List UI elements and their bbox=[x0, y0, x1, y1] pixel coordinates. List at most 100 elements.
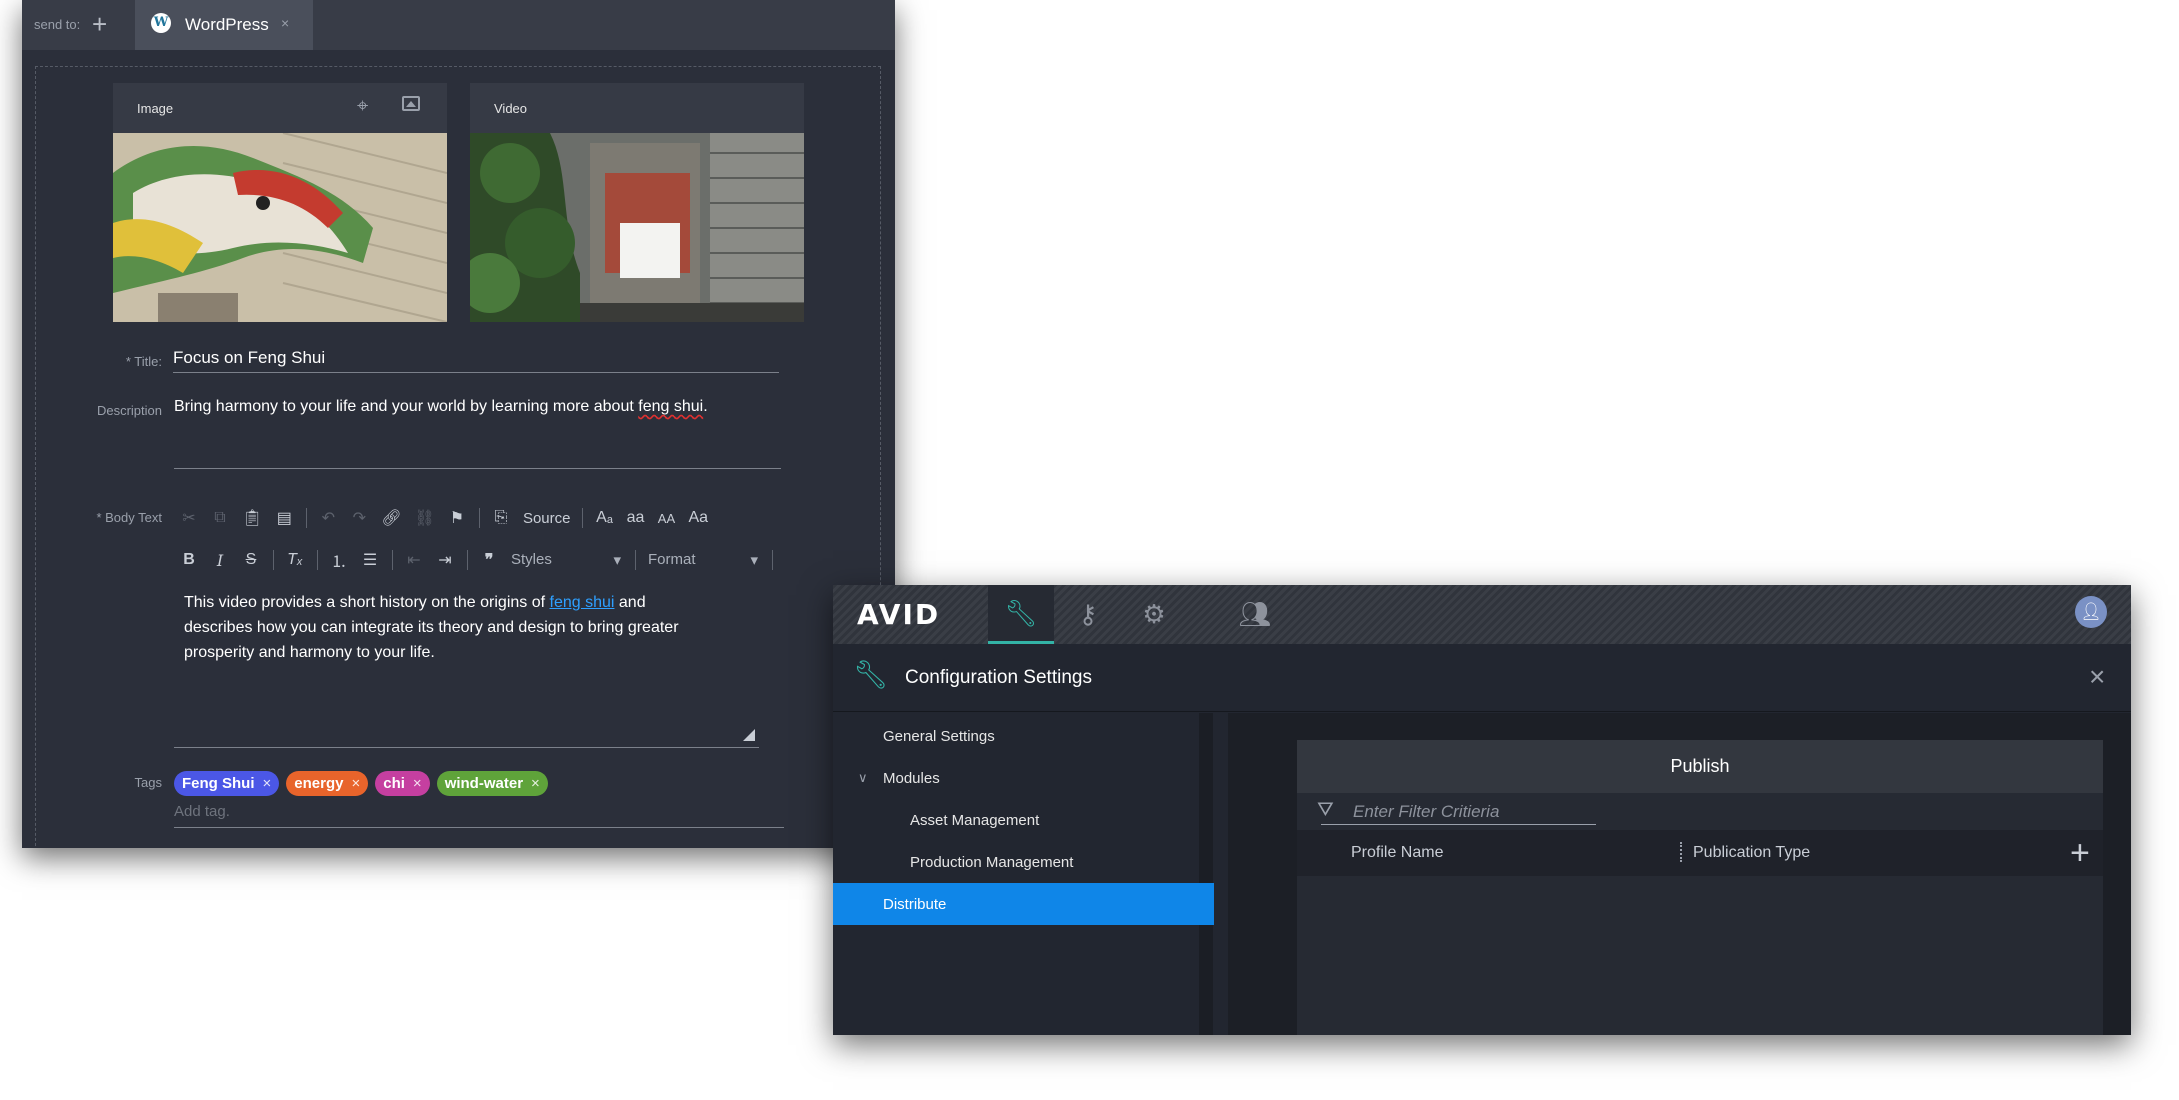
add-tag-input[interactable]: Add tag. bbox=[174, 803, 784, 828]
profiles-table-header: Profile Name Publication Type + bbox=[1297, 830, 2103, 876]
tag-remove-icon[interactable]: × bbox=[351, 775, 360, 792]
tag-chip[interactable]: Feng Shui × bbox=[174, 771, 280, 796]
nav-item-general-settings[interactable]: General Settings bbox=[833, 715, 1214, 757]
settings-nav: General Settings ∨ Modules Asset Manageme… bbox=[833, 713, 1214, 1035]
tab-close-icon[interactable]: × bbox=[281, 15, 289, 31]
tag-remove-icon[interactable]: × bbox=[531, 775, 540, 792]
italic-button[interactable]: I bbox=[211, 551, 229, 570]
numbered-list-icon[interactable]: ⒈ bbox=[330, 548, 348, 572]
change-case-icon[interactable]: Aₐ bbox=[595, 509, 613, 527]
description-label: Description bbox=[96, 403, 162, 418]
configuration-header: 🔧︎ Configuration Settings × bbox=[833, 644, 2131, 712]
avid-configuration-panel: AVID 🔧︎ ⚷ ⚙ 👥︎ 👤︎ 🔧︎ Configuration Setti… bbox=[833, 585, 2131, 1035]
tab-settings[interactable]: ⚙ bbox=[1121, 585, 1187, 644]
avid-topbar: AVID 🔧︎ ⚷ ⚙ 👥︎ 👤︎ bbox=[833, 585, 2131, 644]
bulleted-list-icon[interactable]: ☰ bbox=[361, 550, 379, 570]
close-icon[interactable]: × bbox=[2089, 661, 2105, 693]
key-icon: ⚷ bbox=[1078, 599, 1098, 629]
tag-remove-icon[interactable]: × bbox=[263, 775, 272, 792]
toolbar-separator bbox=[582, 508, 584, 528]
gear-icon: ⚙ bbox=[1142, 599, 1166, 629]
body-text-editor[interactable]: This video provides a short history on t… bbox=[184, 590, 714, 665]
tab-configuration-settings[interactable]: 🔧︎ bbox=[988, 585, 1054, 644]
tab-groups[interactable]: 👥︎ bbox=[1222, 585, 1288, 644]
add-destination-button[interactable]: + bbox=[92, 8, 107, 40]
nav-item-asset-management[interactable]: Asset Management bbox=[833, 799, 1214, 841]
toolbar-separator bbox=[392, 550, 393, 570]
uppercase-button[interactable]: AA bbox=[657, 511, 675, 526]
styles-dropdown-label: Styles bbox=[511, 551, 552, 568]
indent-icon[interactable]: ⇥ bbox=[436, 550, 454, 570]
blockquote-icon[interactable]: ❞ bbox=[480, 550, 498, 570]
nav-item-label: Modules bbox=[883, 769, 940, 787]
add-profile-button[interactable]: + bbox=[2070, 833, 2090, 873]
tab-wordpress[interactable]: W WordPress × bbox=[135, 0, 313, 50]
anchor-flag-icon[interactable]: ⚑ bbox=[448, 508, 466, 528]
nav-item-label: General Settings bbox=[883, 727, 995, 745]
copy-icon[interactable]: ⧉ bbox=[211, 509, 229, 527]
source-icon[interactable]: ⎘ bbox=[492, 509, 510, 527]
send-to-label: send to: bbox=[34, 17, 81, 32]
publish-title: Publish bbox=[1297, 740, 2103, 793]
format-dropdown-label: Format bbox=[648, 551, 696, 568]
nav-item-modules[interactable]: ∨ Modules bbox=[833, 757, 1214, 799]
column-header-publication-type[interactable]: Publication Type bbox=[1693, 844, 1810, 862]
nav-item-production-management[interactable]: Production Management bbox=[833, 841, 1214, 883]
nav-item-distribute[interactable]: Distribute bbox=[833, 883, 1214, 925]
tag-label: Feng Shui bbox=[182, 775, 255, 792]
title-label: * Title: bbox=[125, 354, 162, 369]
bold-button[interactable]: B bbox=[180, 551, 198, 569]
user-avatar[interactable]: 👤︎ bbox=[2075, 596, 2107, 628]
title-field[interactable]: Focus on Feng Shui bbox=[173, 348, 779, 373]
unlink-icon[interactable]: ⛓ bbox=[415, 508, 435, 528]
wrench-icon: 🔧︎ bbox=[853, 659, 889, 690]
image-thumbnail[interactable] bbox=[113, 133, 447, 322]
chevron-down-icon[interactable]: ∨ bbox=[858, 770, 868, 786]
tab-keys[interactable]: ⚷ bbox=[1055, 585, 1121, 644]
editor-toolbar-row-1: ✂ ⧉ 📋︎ ▤ ↶ ↷ 🔗︎ ⛓ ⚑ ⎘ Source Aₐ aa AA Aa bbox=[180, 505, 721, 531]
source-button[interactable]: Source bbox=[523, 510, 571, 527]
tag-chip[interactable]: chi × bbox=[375, 771, 430, 796]
description-field[interactable]: Bring harmony to your life and your worl… bbox=[174, 398, 781, 469]
tag-remove-icon[interactable]: × bbox=[413, 775, 422, 792]
nav-item-label: Asset Management bbox=[910, 811, 1040, 829]
misspelled-word: feng shui bbox=[638, 398, 704, 415]
nav-item-label: Production Management bbox=[910, 853, 1074, 871]
crosshair-icon[interactable]: ⌖ bbox=[357, 95, 368, 118]
tag-label: chi bbox=[383, 775, 405, 792]
replace-image-icon[interactable] bbox=[402, 96, 420, 111]
tag-chip[interactable]: wind-water × bbox=[436, 771, 548, 796]
outdent-icon[interactable]: ⇤ bbox=[405, 550, 423, 570]
titlecase-button[interactable]: Aa bbox=[688, 509, 708, 527]
format-dropdown[interactable]: Format ▾ bbox=[648, 551, 758, 569]
body-text-link[interactable]: feng shui bbox=[550, 594, 615, 611]
chevron-down-icon: ▾ bbox=[613, 552, 621, 569]
editor-toolbar-row-2: B I S Tₓ ⒈ ☰ ⇤ ⇥ ❞ Styles ▾ Format ▾ bbox=[180, 547, 785, 573]
video-thumbnail[interactable] bbox=[470, 133, 804, 322]
tag-chip[interactable]: energy × bbox=[286, 771, 369, 796]
lowercase-button[interactable]: aa bbox=[626, 509, 645, 527]
paste-text-icon[interactable]: ▤ bbox=[275, 508, 293, 528]
column-header-profile-name[interactable]: Profile Name bbox=[1351, 844, 1443, 862]
undo-icon[interactable]: ↶ bbox=[319, 508, 337, 528]
link-icon[interactable]: 🔗︎ bbox=[381, 508, 401, 528]
redo-icon[interactable]: ↷ bbox=[350, 508, 368, 528]
paste-icon[interactable]: 📋︎ bbox=[242, 508, 262, 528]
column-resize-handle[interactable] bbox=[1680, 842, 1682, 862]
tag-label: energy bbox=[294, 775, 344, 792]
body-text-underline bbox=[174, 747, 759, 748]
page-title: Configuration Settings bbox=[905, 667, 1092, 688]
image-card-label: Image bbox=[137, 101, 174, 116]
toolbar-separator bbox=[273, 550, 274, 570]
cut-icon[interactable]: ✂ bbox=[180, 508, 198, 528]
user-settings-icon: 👤︎ bbox=[2080, 602, 2102, 621]
editor-resize-handle[interactable] bbox=[743, 729, 755, 741]
strikethrough-button[interactable]: S bbox=[242, 551, 260, 569]
toolbar-separator bbox=[635, 550, 636, 570]
styles-dropdown[interactable]: Styles ▾ bbox=[511, 551, 621, 569]
clear-format-icon[interactable]: Tₓ bbox=[286, 551, 304, 569]
filter-input[interactable] bbox=[1321, 799, 1596, 825]
body-text-label: * Body Text bbox=[96, 510, 162, 525]
toolbar-separator bbox=[306, 508, 308, 528]
publish-panel: Publish ⛛ Profile Name Publication Type … bbox=[1297, 740, 2103, 1035]
